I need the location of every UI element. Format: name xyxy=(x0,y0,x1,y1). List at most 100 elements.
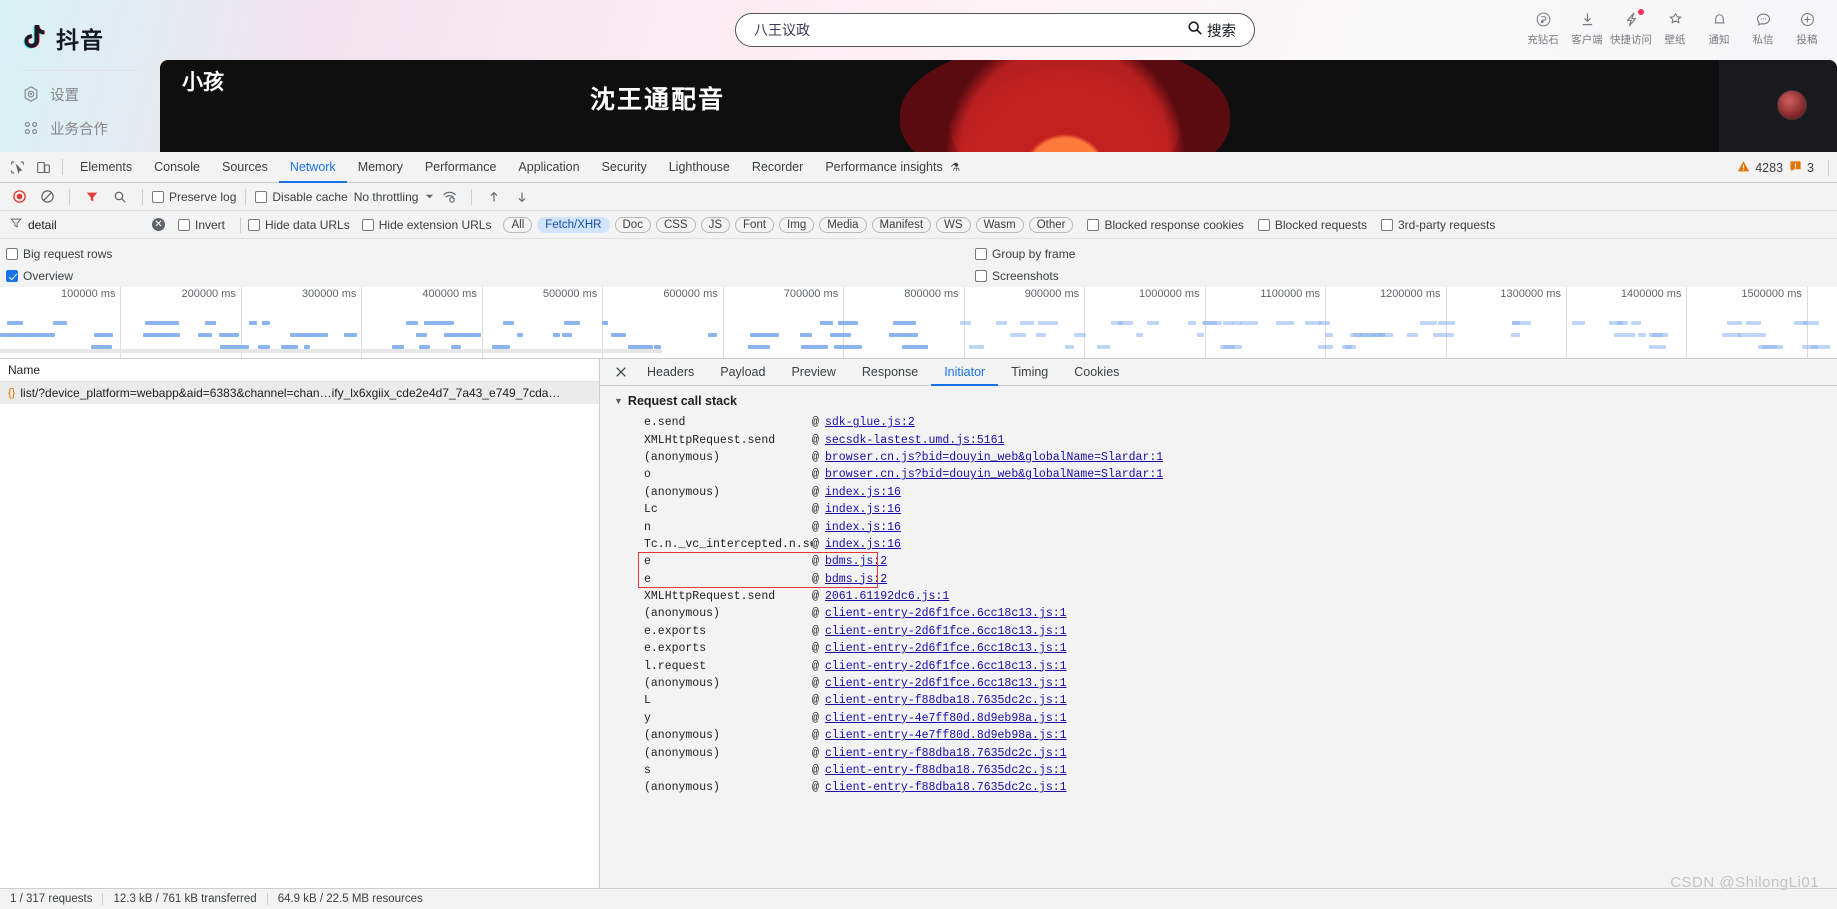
tab-console[interactable]: Console xyxy=(143,152,211,183)
call-stack-source-link[interactable]: bdms.js:2 xyxy=(825,555,887,568)
chip-font[interactable]: Font xyxy=(735,216,775,233)
tab-lighthouse[interactable]: Lighthouse xyxy=(658,152,741,183)
douyin-logo[interactable]: 抖音 xyxy=(22,18,160,58)
chip-all[interactable]: All xyxy=(503,216,533,233)
chip-wasm[interactable]: Wasm xyxy=(975,216,1024,233)
chip-js[interactable]: JS xyxy=(700,216,731,233)
search-bar[interactable]: 搜索 xyxy=(735,13,1255,47)
group-by-frame-checkbox[interactable]: Group by frame xyxy=(975,247,1075,261)
tab-elements[interactable]: Elements xyxy=(69,152,143,183)
call-stack-source-link[interactable]: client-entry-f88dba18.7635dc2c.js:1 xyxy=(825,747,1067,760)
call-stack-source-link[interactable]: secsdk-lastest.umd.js:5161 xyxy=(825,434,1004,447)
hide-extension-urls-checkbox[interactable]: Hide extension URLs xyxy=(361,218,491,232)
tab-payload[interactable]: Payload xyxy=(707,359,778,386)
call-stack-source-link[interactable]: index.js:16 xyxy=(825,538,901,551)
request-list-header[interactable]: Name xyxy=(0,359,599,382)
issues-counter[interactable]: 3 xyxy=(1789,160,1814,176)
call-stack-source-link[interactable]: sdk-glue.js:2 xyxy=(825,416,915,429)
export-har-icon[interactable] xyxy=(509,184,535,210)
tab-network[interactable]: Network xyxy=(279,152,347,183)
search-button[interactable] xyxy=(107,184,133,210)
chip-media[interactable]: Media xyxy=(819,216,867,233)
blocked-response-cookies-checkbox[interactable]: Blocked response cookies xyxy=(1087,218,1244,232)
sidebar-item-settings[interactable]: 设置 xyxy=(22,77,160,111)
call-stack-source-link[interactable]: client-entry-2d6f1fce.6cc18c13.js:1 xyxy=(825,660,1067,673)
tab-recorder[interactable]: Recorder xyxy=(741,152,814,183)
blocked-requests-checkbox[interactable]: Blocked requests xyxy=(1257,218,1367,232)
call-stack-source-link[interactable]: client-entry-2d6f1fce.6cc18c13.js:1 xyxy=(825,625,1067,638)
call-stack-source-link[interactable]: browser.cn.js?bid=douyin_web&globalName=… xyxy=(825,468,1163,481)
call-stack-source-link[interactable]: index.js:16 xyxy=(825,486,901,499)
third-party-requests-checkbox[interactable]: 3rd-party requests xyxy=(1380,218,1495,232)
tab-preview[interactable]: Preview xyxy=(778,359,848,386)
call-stack-source-link[interactable]: client-entry-4e7ff80d.8d9eb98a.js:1 xyxy=(825,712,1067,725)
close-icon[interactable] xyxy=(608,366,634,378)
action-upload[interactable]: 投稿 xyxy=(1785,10,1829,47)
tab-response[interactable]: Response xyxy=(849,359,931,386)
tab-sources[interactable]: Sources xyxy=(211,152,279,183)
call-stack-source-link[interactable]: client-entry-2d6f1fce.6cc18c13.js:1 xyxy=(825,677,1067,690)
network-conditions-icon[interactable] xyxy=(436,184,462,210)
tab-memory[interactable]: Memory xyxy=(347,152,414,183)
big-request-rows-checkbox[interactable]: Big request rows xyxy=(6,247,112,261)
throttling-select[interactable]: No throttling xyxy=(354,190,435,204)
call-stack-source-link[interactable]: client-entry-f88dba18.7635dc2c.js:1 xyxy=(825,694,1067,707)
preserve-log-checkbox[interactable]: Preserve log xyxy=(152,190,236,204)
call-stack-source-link[interactable]: client-entry-2d6f1fce.6cc18c13.js:1 xyxy=(825,607,1067,620)
tab-performance-insights[interactable]: Performance insights ⚗ xyxy=(814,152,971,183)
call-stack-source-link[interactable]: client-entry-4e7ff80d.8d9eb98a.js:1 xyxy=(825,729,1067,742)
sidebar-item-business[interactable]: 业务合作 xyxy=(22,111,160,145)
record-button[interactable] xyxy=(6,184,32,210)
video-banner[interactable]: 小孩 沈王通配音 xyxy=(160,60,1837,152)
hide-data-urls-checkbox[interactable]: Hide data URLs xyxy=(248,218,350,232)
call-stack-source-link[interactable]: index.js:16 xyxy=(825,503,901,516)
call-stack-source-link[interactable]: browser.cn.js?bid=douyin_web&globalName=… xyxy=(825,451,1163,464)
tab-headers[interactable]: Headers xyxy=(634,359,707,386)
action-recharge-diamond[interactable]: 充钻石 xyxy=(1521,10,1565,47)
table-row[interactable]: {} list/?device_platform=webapp&aid=6383… xyxy=(0,382,599,404)
call-stack-source-link[interactable]: index.js:16 xyxy=(825,521,901,534)
action-notifications[interactable]: 通知 xyxy=(1697,10,1741,47)
chip-css[interactable]: CSS xyxy=(655,216,696,233)
warning-counter[interactable]: 4283 xyxy=(1737,160,1783,176)
tab-application[interactable]: Application xyxy=(507,152,590,183)
call-stack-source-link[interactable]: client-entry-2d6f1fce.6cc18c13.js:1 xyxy=(825,642,1067,655)
chip-other[interactable]: Other xyxy=(1028,216,1074,233)
device-toolbar-icon[interactable] xyxy=(30,154,56,180)
disable-cache-checkbox[interactable]: Disable cache xyxy=(255,190,348,204)
chip-manifest[interactable]: Manifest xyxy=(871,216,932,233)
tab-performance[interactable]: Performance xyxy=(414,152,508,183)
chip-ws[interactable]: WS xyxy=(936,216,971,233)
timeline-bar xyxy=(1511,321,1532,325)
tab-cookies[interactable]: Cookies xyxy=(1061,359,1132,386)
action-messages[interactable]: 私信 xyxy=(1741,10,1785,47)
chip-fetch-xhr[interactable]: Fetch/XHR xyxy=(537,216,610,233)
inspect-element-icon[interactable] xyxy=(4,154,30,180)
tab-initiator[interactable]: Initiator xyxy=(931,359,998,386)
filter-input[interactable] xyxy=(28,217,146,232)
clear-button[interactable] xyxy=(34,184,60,210)
invert-checkbox[interactable]: Invert xyxy=(178,218,225,232)
tab-timing[interactable]: Timing xyxy=(998,359,1061,386)
screenshots-checkbox[interactable]: Screenshots xyxy=(975,269,1059,283)
overview-checkbox[interactable]: Overview xyxy=(6,269,73,283)
action-client-download[interactable]: 客户端 xyxy=(1565,10,1609,47)
tab-security[interactable]: Security xyxy=(591,152,658,183)
call-stack-source-link[interactable]: 2061.61192dc6.js:1 xyxy=(825,590,949,603)
chip-img[interactable]: Img xyxy=(779,216,815,233)
network-overview-timeline[interactable]: 100000 ms 200000 ms 300000 ms 400000 ms 5000… xyxy=(0,287,1837,359)
action-wallpaper[interactable]: 壁纸 xyxy=(1653,10,1697,47)
search-button[interactable]: 搜索 xyxy=(1179,15,1250,45)
call-stack-source-link[interactable]: bdms.js:2 xyxy=(825,573,887,586)
import-har-icon[interactable] xyxy=(481,184,507,210)
call-stack-source-link[interactable]: client-entry-f88dba18.7635dc2c.js:1 xyxy=(825,764,1067,777)
filter-button[interactable] xyxy=(79,184,105,210)
action-quick-access[interactable]: 快捷访问 xyxy=(1609,9,1653,47)
clear-filter-icon[interactable]: ✕ xyxy=(152,218,165,231)
filter-input-wrap[interactable]: ✕ xyxy=(6,215,178,235)
call-stack-source-link[interactable]: client-entry-f88dba18.7635dc2c.js:1 xyxy=(825,781,1067,794)
search-input[interactable] xyxy=(754,22,1179,38)
request-call-stack-header[interactable]: ▼ Request call stack xyxy=(600,394,1837,414)
avatar[interactable] xyxy=(1777,90,1807,120)
chip-doc[interactable]: Doc xyxy=(614,216,651,233)
